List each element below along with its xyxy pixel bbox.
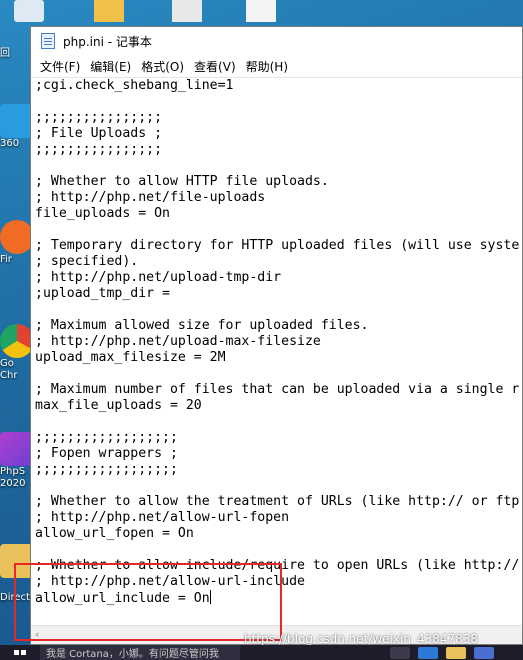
text-line[interactable]: ; http://php.net/upload-max-filesize: [31, 334, 522, 350]
text-line[interactable]: ; Whether to allow the treatment of URLs…: [31, 494, 522, 510]
text-caret: [209, 590, 211, 604]
menu-file[interactable]: 文件(F): [35, 58, 85, 75]
title-bar[interactable]: php.ini - 记事本: [31, 27, 522, 55]
document-icon[interactable]: [246, 0, 276, 22]
notepad-icon: [41, 33, 55, 49]
text-line[interactable]: ; http://php.net/upload-tmp-dir: [31, 270, 522, 286]
recycle-bin-icon[interactable]: [14, 0, 44, 22]
task-view-icon[interactable]: [390, 646, 410, 659]
text-line[interactable]: ; Whether to allow HTTP file uploads.: [31, 174, 522, 190]
folder-icon: [0, 544, 34, 578]
text-line[interactable]: ;;;;;;;;;;;;;;;;;;: [31, 462, 522, 478]
menu-view[interactable]: 查看(V): [189, 58, 241, 75]
java-icon[interactable]: [172, 0, 202, 22]
explorer-icon[interactable]: [446, 646, 466, 659]
chrome-icon: [0, 324, 34, 358]
text-line[interactable]: ; File Uploads ;: [31, 126, 522, 142]
text-line[interactable]: ; http://php.net/allow-url-fopen: [31, 510, 522, 526]
text-line[interactable]: [31, 478, 522, 494]
text-line[interactable]: ; Maximum allowed size for uploaded file…: [31, 318, 522, 334]
menu-edit[interactable]: 编辑(E): [85, 58, 136, 75]
menu-bar: 文件(F) 编辑(E) 格式(O) 查看(V) 帮助(H): [31, 55, 522, 77]
watermark: https://blog.csdn.net/weixin_43847838: [244, 632, 479, 646]
scroll-left-icon[interactable]: ‹: [35, 628, 39, 641]
text-line[interactable]: max_file_uploads = 20: [31, 398, 522, 414]
text-line[interactable]: ;cgi.check_shebang_line=1: [31, 78, 522, 94]
text-line[interactable]: allow_url_include = On: [31, 590, 522, 606]
window-title: php.ini - 记事本: [63, 34, 152, 49]
text-editor[interactable]: ;cgi.check_shebang_line=1;;;;;;;;;;;;;;;…: [31, 77, 522, 626]
folder-app-icon[interactable]: [94, 0, 124, 22]
edge-icon[interactable]: [418, 646, 438, 659]
notepad-window: php.ini - 记事本 文件(F) 编辑(E) 格式(O) 查看(V) 帮助…: [30, 26, 523, 645]
menu-format[interactable]: 格式(O): [136, 58, 189, 75]
firefox-icon: [0, 220, 34, 254]
taskbar: 我是 Cortana，小娜。有问题尽管问我: [0, 645, 523, 660]
text-line[interactable]: file_uploads = On: [31, 206, 522, 222]
text-line[interactable]: ; Fopen wrappers ;: [31, 446, 522, 462]
text-line[interactable]: [31, 302, 522, 318]
text-line[interactable]: ;upload_tmp_dir =: [31, 286, 522, 302]
store-icon[interactable]: [474, 646, 494, 659]
menu-help[interactable]: 帮助(H): [241, 58, 293, 75]
360-browser-icon: [0, 104, 34, 138]
text-line[interactable]: ; Maximum number of files that can be up…: [31, 382, 522, 398]
text-line[interactable]: [31, 94, 522, 110]
cortana-search-box[interactable]: 我是 Cortana，小娜。有问题尽管问我: [40, 645, 240, 660]
text-line[interactable]: ; Whether to allow include/require to op…: [31, 558, 522, 574]
text-line[interactable]: ;;;;;;;;;;;;;;;;;;: [31, 430, 522, 446]
text-line[interactable]: [31, 222, 522, 238]
text-line[interactable]: [31, 414, 522, 430]
text-line[interactable]: ; http://php.net/allow-url-include: [31, 574, 522, 590]
text-line[interactable]: ;;;;;;;;;;;;;;;;: [31, 142, 522, 158]
text-line[interactable]: ;;;;;;;;;;;;;;;;: [31, 110, 522, 126]
text-line[interactable]: ; specified).: [31, 254, 522, 270]
text-line[interactable]: allow_url_fopen = On: [31, 526, 522, 542]
text-line[interactable]: ; http://php.net/file-uploads: [31, 190, 522, 206]
text-line[interactable]: [31, 542, 522, 558]
windows-start-icon[interactable]: [0, 645, 40, 660]
text-line[interactable]: ; Temporary directory for HTTP uploaded …: [31, 238, 522, 254]
text-line[interactable]: upload_max_filesize = 2M: [31, 350, 522, 366]
text-line[interactable]: [31, 366, 522, 382]
text-line[interactable]: [31, 158, 522, 174]
phpstorm-icon: [0, 432, 34, 466]
